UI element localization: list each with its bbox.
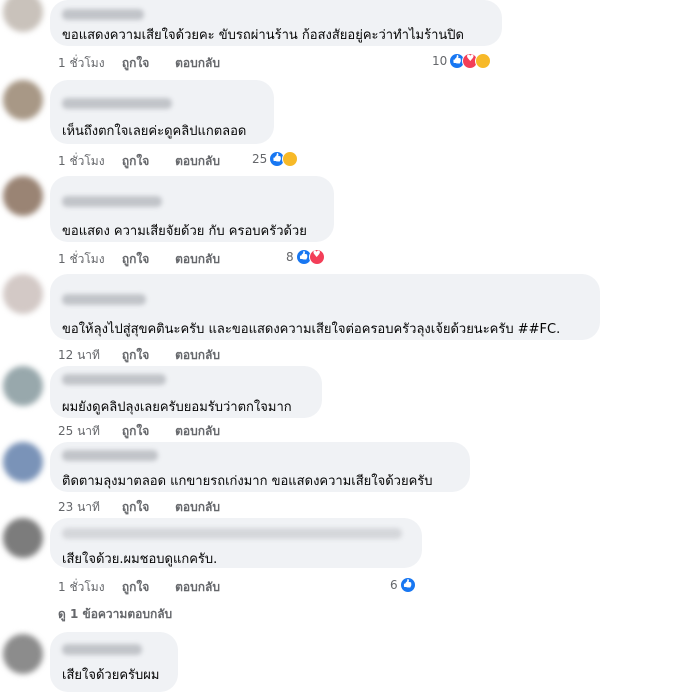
avatar[interactable] <box>3 518 43 558</box>
avatar[interactable] <box>3 634 43 674</box>
comment-text: ผมยังดูคลิปลุงเลยครับยอมรับว่าตกใจมาก <box>62 400 292 415</box>
like-button[interactable]: ถูกใจ <box>122 422 149 441</box>
reaction-count: 6 <box>390 578 398 592</box>
like-button[interactable]: ถูกใจ <box>122 250 149 269</box>
reply-button[interactable]: ตอบกลับ <box>175 422 220 441</box>
comment-time[interactable]: 1 ชั่วโมง <box>58 250 118 269</box>
comment-actions: 1 ชั่วโมง ถูกใจ ตอบกลับ <box>58 578 220 597</box>
avatar[interactable] <box>3 176 43 216</box>
like-button[interactable]: ถูกใจ <box>122 54 149 73</box>
comment-text: เสียใจด้วยครับผม <box>62 668 160 683</box>
comment-text: ขอแสดง ความเสียจัยด้วย กับ ครอบครัวด้วย <box>62 224 307 239</box>
comment-time[interactable]: 12 นาที <box>58 346 118 365</box>
commenter-name[interactable] <box>62 528 402 539</box>
reaction-summary[interactable]: 8 <box>286 249 325 265</box>
commenter-name[interactable] <box>62 196 162 207</box>
comment-actions: 12 นาที ถูกใจ ตอบกลับ <box>58 346 220 365</box>
reply-button[interactable]: ตอบกลับ <box>175 250 220 269</box>
comment-text: เห็นถึงตกใจเลยค่ะดูคลิปแกตลอด <box>62 124 247 139</box>
comment-actions: 23 นาที ถูกใจ ตอบกลับ <box>58 498 220 517</box>
comment-time[interactable]: 1 ชั่วโมง <box>58 54 118 73</box>
comment-actions: 1 ชั่วโมง ถูกใจ ตอบกลับ <box>58 250 220 269</box>
commenter-name[interactable] <box>62 644 142 655</box>
comment-time[interactable]: 25 นาที <box>58 422 118 441</box>
sad-icon <box>282 151 299 167</box>
comment-actions: 1 ชั่วโมง ถูกใจ ตอบกลับ <box>58 152 220 171</box>
comment-text: ติดตามลุงมาตลอด แกขายรถเก่งมาก ขอแสดงควา… <box>62 474 433 489</box>
comment-bubble: ขอให้ลุงไปสู่สุขคตินะครับ และขอแสดงความเ… <box>50 274 600 340</box>
comment-bubble: ขอแสดง ความเสียจัยด้วย กับ ครอบครัวด้วย <box>50 176 334 242</box>
like-icon <box>399 577 416 593</box>
comment-time[interactable]: 23 นาที <box>58 498 118 517</box>
comment-bubble: ขอแสดงความเสียใจด้วยคะ ขับรถผ่านร้าน ก้อ… <box>50 0 502 46</box>
commenter-name[interactable] <box>62 374 166 385</box>
reply-button[interactable]: ตอบกลับ <box>175 498 220 517</box>
comment-bubble: ผมยังดูคลิปลุงเลยครับยอมรับว่าตกใจมาก <box>50 366 322 418</box>
reaction-summary[interactable]: 25 <box>252 151 299 167</box>
avatar[interactable] <box>3 80 43 120</box>
comment-time[interactable]: 1 ชั่วโมง <box>58 152 118 171</box>
comment-bubble: เสียใจด้วยครับผม <box>50 632 178 692</box>
commenter-name[interactable] <box>62 450 158 461</box>
avatar[interactable] <box>3 274 43 314</box>
avatar[interactable] <box>3 442 43 482</box>
avatar[interactable] <box>3 0 43 32</box>
like-button[interactable]: ถูกใจ <box>122 346 149 365</box>
commenter-name[interactable] <box>62 294 146 305</box>
care-icon <box>475 53 492 69</box>
reaction-summary[interactable]: 6 <box>390 577 416 593</box>
comment-bubble: เห็นถึงตกใจเลยค่ะดูคลิปแกตลอด <box>50 80 274 144</box>
reaction-count: 25 <box>252 152 268 166</box>
like-button[interactable]: ถูกใจ <box>122 152 149 171</box>
view-replies-link[interactable]: ดู 1 ข้อความตอบกลับ <box>58 605 172 624</box>
avatar[interactable] <box>3 366 43 406</box>
reply-button[interactable]: ตอบกลับ <box>175 578 220 597</box>
comment-text: ขอให้ลุงไปสู่สุขคตินะครับ และขอแสดงความเ… <box>62 322 561 337</box>
reaction-summary[interactable]: 10 <box>432 53 492 69</box>
reply-button[interactable]: ตอบกลับ <box>175 152 220 171</box>
comment-text: ขอแสดงความเสียใจด้วยคะ ขับรถผ่านร้าน ก้อ… <box>62 28 464 43</box>
comment-bubble: เสียใจด้วย.ผมชอบดูแกครับ. <box>50 518 422 568</box>
like-button[interactable]: ถูกใจ <box>122 498 149 517</box>
love-icon <box>308 249 325 265</box>
reaction-count: 8 <box>286 250 294 264</box>
reply-button[interactable]: ตอบกลับ <box>175 54 220 73</box>
reply-button[interactable]: ตอบกลับ <box>175 346 220 365</box>
comment-actions: 1 ชั่วโมง ถูกใจ ตอบกลับ <box>58 54 220 73</box>
comment-text: เสียใจด้วย.ผมชอบดูแกครับ. <box>62 552 218 567</box>
commenter-name[interactable] <box>62 98 172 109</box>
comment-bubble: ติดตามลุงมาตลอด แกขายรถเก่งมาก ขอแสดงควา… <box>50 442 470 492</box>
like-button[interactable]: ถูกใจ <box>122 578 149 597</box>
comment-time[interactable]: 1 ชั่วโมง <box>58 578 118 597</box>
reaction-count: 10 <box>432 54 448 68</box>
commenter-name[interactable] <box>62 9 144 20</box>
comment-actions: 25 นาที ถูกใจ ตอบกลับ <box>58 422 220 441</box>
